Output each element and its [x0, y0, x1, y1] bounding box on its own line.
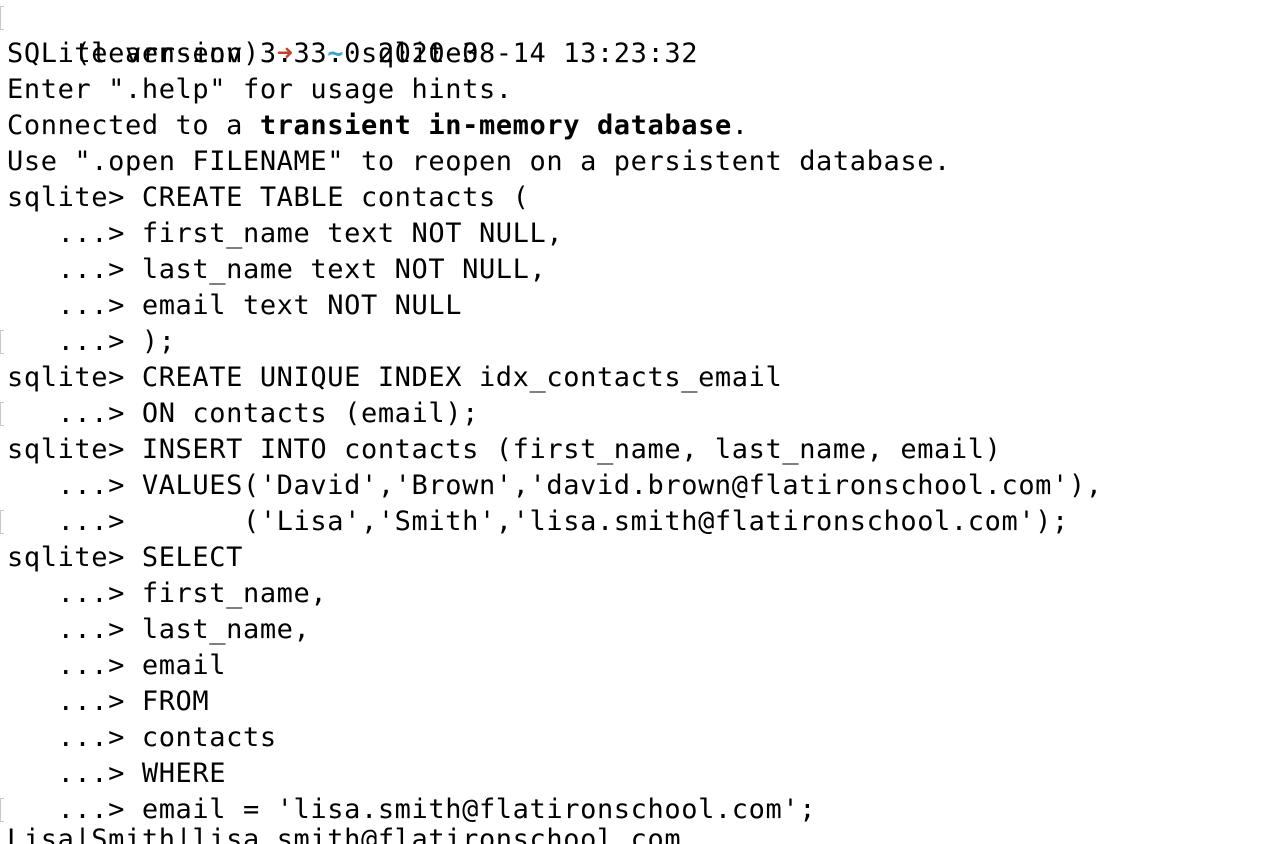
sqlite-prompt: sqlite>: [7, 542, 142, 573]
session-line: sqlite> SELECT: [0, 540, 1286, 576]
sql-text: email text NOT NULL: [141, 290, 463, 321]
sql-text: CREATE UNIQUE INDEX idx_contacts_email: [141, 362, 783, 393]
open-hint-line: Use ".open FILENAME" to reopen on a pers…: [7, 146, 951, 177]
sqlite-prompt: ...>: [7, 326, 142, 357]
sqlite-prompt: ...>: [7, 614, 142, 645]
connection-db-type: transient in-memory database: [259, 110, 732, 141]
sql-text: INSERT INTO contacts (first_name, last_n…: [141, 434, 1002, 465]
session-line: ...> FROM: [0, 684, 1286, 720]
sql-text: ('Lisa','Smith','lisa.smith@flatironscho…: [141, 506, 1069, 537]
line-marker: [0, 6, 4, 30]
session-line: ...> last_name text NOT NULL,: [0, 252, 1286, 288]
connection-line: Connected to a transient in-memory datab…: [0, 108, 1286, 144]
line-marker: [0, 402, 4, 426]
sqlite-prompt: ...>: [7, 794, 142, 825]
sqlite-prompt: ...>: [7, 470, 142, 501]
sql-text: ON contacts (email);: [141, 398, 479, 429]
line-marker: [0, 330, 4, 354]
sqlite-prompt: ...>: [7, 398, 142, 429]
line-marker: [0, 510, 4, 534]
sql-session: sqlite> CREATE TABLE contacts ( ...> fir…: [0, 180, 1286, 828]
sqlite-prompt: ...>: [7, 722, 142, 753]
sqlite-prompt: ...>: [7, 686, 142, 717]
sql-text: WHERE: [141, 758, 227, 789]
sql-text: email: [141, 650, 227, 681]
session-line: ...> WHERE: [0, 756, 1286, 792]
sql-text: email = 'lisa.smith@flatironschool.com';: [141, 794, 817, 825]
session-line: sqlite> INSERT INTO contacts (first_name…: [0, 432, 1286, 468]
terminal-window[interactable]: (learn-env) ➜ ~ sqlite3 SQLite version 3…: [0, 0, 1286, 844]
sqlite-prompt: ...>: [7, 290, 142, 321]
sqlite-prompt: ...>: [7, 254, 142, 285]
sqlite-prompt: ...>: [7, 506, 142, 537]
query-result-line: Lisa|Smith|lisa.smith@flatironschool.com: [7, 824, 682, 844]
connection-suffix: .: [731, 110, 749, 141]
sqlite-prompt: ...>: [7, 218, 142, 249]
session-line: sqlite> CREATE TABLE contacts (: [0, 180, 1286, 216]
sql-text: contacts: [141, 722, 277, 753]
session-line: ...> contacts: [0, 720, 1286, 756]
connection-prefix: Connected to a: [7, 110, 260, 141]
session-line: ...> ('Lisa','Smith','lisa.smith@flatiro…: [0, 504, 1286, 540]
sql-text: first_name text NOT NULL,: [141, 218, 564, 249]
sql-text: );: [141, 326, 176, 357]
session-line: sqlite> CREATE UNIQUE INDEX idx_contacts…: [0, 360, 1286, 396]
sqlite-prompt: ...>: [7, 578, 142, 609]
shell-prompt-line: (learn-env) ➜ ~ sqlite3: [0, 0, 1286, 69]
sql-text: FROM: [141, 686, 210, 717]
sql-text: last_name,: [141, 614, 311, 645]
version-line: SQLite version 3.33.0 2020-08-14 13:23:3…: [7, 38, 699, 69]
session-line: ...> );: [0, 324, 1286, 360]
session-line: ...> VALUES('David','Brown','david.brown…: [0, 468, 1286, 504]
sql-text: SELECT: [141, 542, 243, 573]
sqlite-prompt: sqlite>: [7, 434, 142, 465]
help-hint-line: Enter ".help" for usage hints.: [7, 74, 513, 105]
sql-text: CREATE TABLE contacts (: [141, 182, 530, 213]
session-line: ...> first_name,: [0, 576, 1286, 612]
sql-text: first_name,: [141, 578, 328, 609]
sqlite-prompt: sqlite>: [7, 362, 142, 393]
sql-text: last_name text NOT NULL,: [141, 254, 547, 285]
session-line: ...> ON contacts (email);: [0, 396, 1286, 432]
sqlite-prompt: sqlite>: [7, 182, 142, 213]
sqlite-prompt: ...>: [7, 758, 142, 789]
sql-text: VALUES('David','Brown','david.brown@flat…: [141, 470, 1103, 501]
line-marker: [0, 798, 4, 822]
session-line: ...> last_name,: [0, 612, 1286, 648]
session-line: ...> email: [0, 648, 1286, 684]
sqlite-prompt: ...>: [7, 650, 142, 681]
session-line: ...> first_name text NOT NULL,: [0, 216, 1286, 252]
session-line: ...> email text NOT NULL: [0, 288, 1286, 324]
